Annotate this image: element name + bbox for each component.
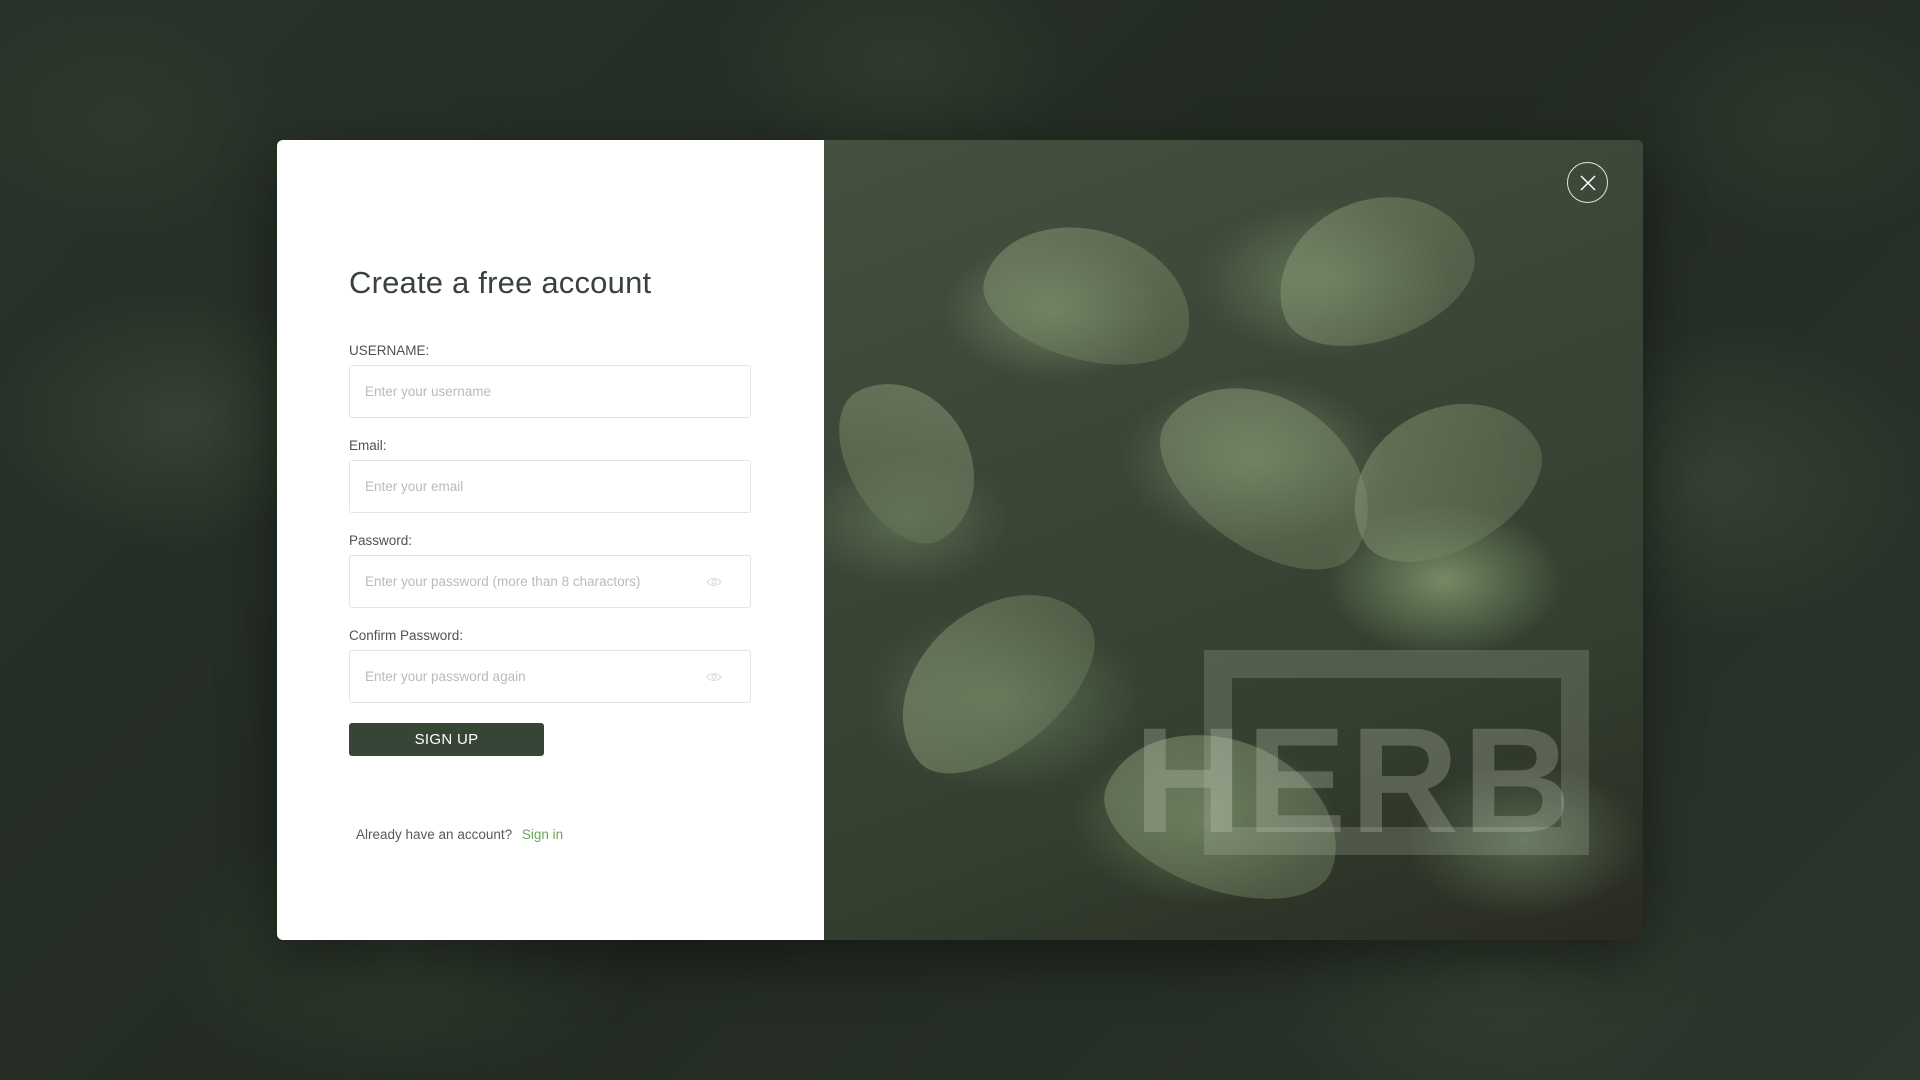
username-input-wrapper	[349, 365, 751, 418]
herb-logo-text: HERB	[1134, 696, 1576, 864]
herb-logo-watermark: HERB	[1134, 650, 1594, 860]
username-input[interactable]	[350, 366, 750, 417]
basil-leaf	[824, 356, 1004, 564]
basil-leaf	[1322, 369, 1566, 591]
signin-prompt: Already have an account? Sign in	[356, 827, 563, 842]
confirm-password-field-group: Confirm Password:	[349, 628, 752, 703]
basil-leaf	[1256, 170, 1492, 370]
eye-icon[interactable]	[706, 577, 722, 587]
password-field-group: Password:	[349, 533, 752, 608]
confirm-password-input[interactable]	[350, 651, 750, 702]
email-label: Email:	[349, 438, 387, 453]
password-label: Password:	[349, 533, 413, 548]
email-input[interactable]	[350, 461, 750, 512]
password-input[interactable]	[350, 556, 750, 607]
sign-up-button[interactable]: SIGN UP	[349, 723, 544, 756]
signup-modal: Create a free account USERNAME: Email: P…	[277, 140, 1643, 940]
signin-prompt-text: Already have an account?	[356, 827, 513, 842]
username-field-group: USERNAME:	[349, 343, 752, 418]
basil-leaf	[864, 555, 1124, 805]
close-button[interactable]	[1567, 162, 1608, 203]
username-label: USERNAME:	[349, 343, 430, 358]
confirm-password-label: Confirm Password:	[349, 628, 464, 643]
signup-form: Create a free account USERNAME: Email: P…	[277, 140, 824, 940]
email-input-wrapper	[349, 460, 751, 513]
email-field-group: Email:	[349, 438, 752, 513]
herb-photo-panel: HERB	[824, 140, 1643, 940]
confirm-password-input-wrapper	[349, 650, 751, 703]
sign-in-link[interactable]: Sign in	[522, 827, 563, 842]
password-input-wrapper	[349, 555, 751, 608]
basil-leaf	[970, 205, 1208, 385]
form-title: Create a free account	[349, 265, 652, 300]
eye-icon[interactable]	[706, 672, 722, 682]
close-icon	[1579, 174, 1596, 191]
